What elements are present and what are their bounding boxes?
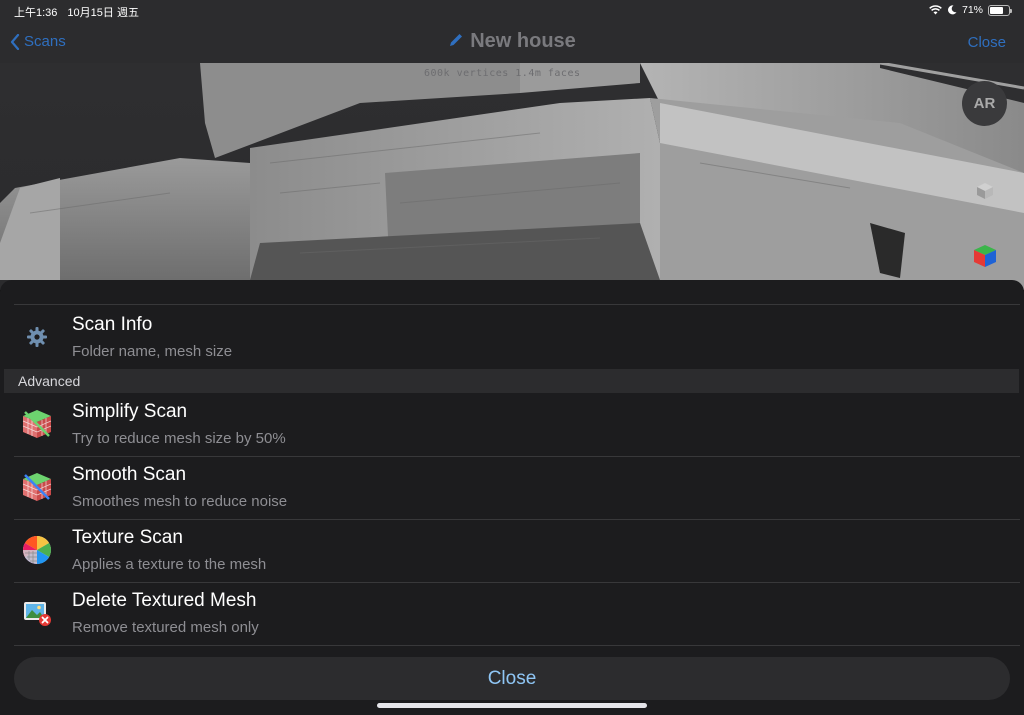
status-time: 上午1:36 [14,7,58,19]
wifi-icon [929,5,942,15]
status-date: 10月15日 週五 [67,7,139,19]
menu-item-smooth-scan[interactable]: Smooth Scan Smoothes mesh to reduce nois… [0,456,1024,519]
menu-item-subtitle: Applies a texture to the mesh [72,556,267,573]
smooth-mesh-icon [20,470,54,504]
menu-item-scan-info[interactable]: Scan Info Folder name, mesh size [0,306,1024,369]
menu-item-subtitle: Remove textured mesh only [72,619,259,636]
moon-icon [948,5,957,15]
menu-item-title: Simplify Scan [72,401,188,422]
scan-viewer-area: 600k vertices 1.4m faces AR 上午1:36 10月15… [0,0,1024,290]
menu-item-title: Texture Scan [72,527,183,548]
gear-icon [20,320,54,354]
section-header-label: Advanced [18,373,81,389]
divider [14,645,1020,646]
scan-name-title: New house [470,30,576,52]
battery-fill [990,6,1003,14]
battery-icon [988,4,1012,16]
scan-info-subtitle: Folder name, mesh size [72,343,233,360]
delete-texture-icon [20,596,54,630]
menu-item-texture-scan[interactable]: Texture Scan Applies a texture to the me… [0,519,1024,582]
menu-item-subtitle: Try to reduce mesh size by 50% [72,430,286,447]
mesh-render [0,63,1024,290]
close-button[interactable]: Close [14,657,1010,700]
section-header-advanced: Advanced [4,369,1019,393]
menu-item-title: Smooth Scan [72,464,187,485]
page-title[interactable]: New house [0,30,1024,53]
battery-percent: 71% [961,4,983,16]
rgb-orientation-cube-icon[interactable] [973,244,997,268]
mesh-viewport[interactable] [0,63,1024,290]
menu-item-simplify-scan[interactable]: Simplify Scan Try to reduce mesh size by… [0,393,1024,456]
texture-color-wheel-icon [20,533,54,567]
menu-item-subtitle: Smoothes mesh to reduce noise [72,493,288,510]
mesh-stats-overlay: 600k vertices 1.4m faces [424,68,581,79]
simplify-mesh-icon [20,407,54,441]
gray-cube-icon[interactable] [976,182,994,200]
scan-info-title: Scan Info [72,314,153,335]
divider [14,304,1020,305]
pencil-icon [450,34,463,46]
nav-close-button[interactable]: Close [968,34,1006,51]
menu-item-delete-textured-mesh[interactable]: Delete Textured Mesh Remove textured mes… [0,582,1024,645]
ar-button[interactable]: AR [962,81,1007,126]
action-sheet: Scan Info Folder name, mesh size Advance… [0,280,1024,715]
status-bar: 上午1:36 10月15日 週五 71% [0,0,1024,20]
home-indicator[interactable] [377,703,647,708]
navigation-bar: Scans New house Close [0,24,1024,62]
menu-item-title: Delete Textured Mesh [72,590,257,611]
